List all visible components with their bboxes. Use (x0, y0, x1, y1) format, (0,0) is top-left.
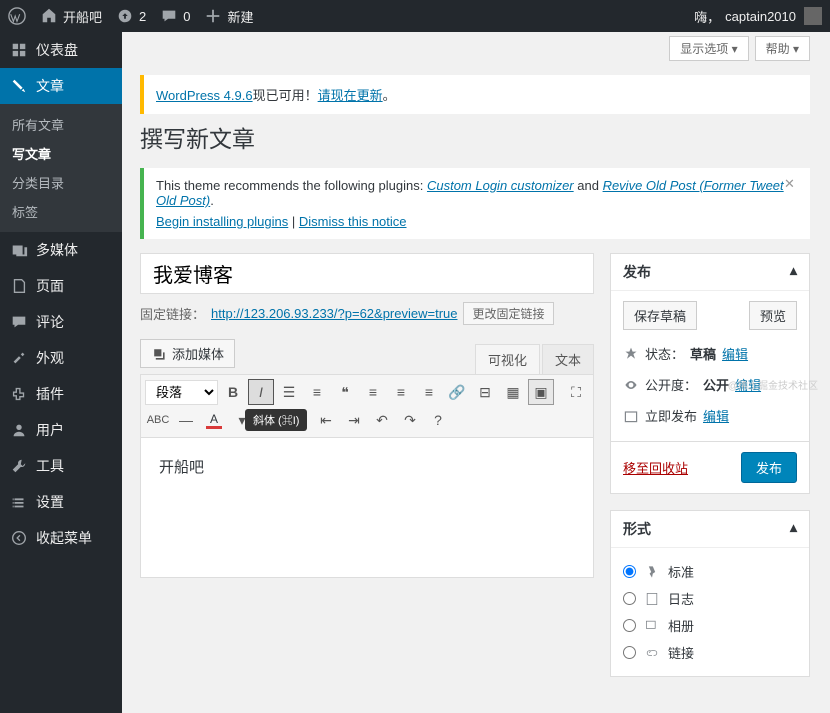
update-nag: WordPress 4.9.6现已可用！请现在更新。 (140, 75, 810, 114)
text-color-btn[interactable]: A (201, 407, 227, 433)
kitchen-sink-btn[interactable]: ▣ (528, 379, 554, 405)
plugin-link-1[interactable]: Custom Login customizer (427, 178, 574, 193)
align-right-btn[interactable]: ≡ (416, 379, 442, 405)
pin-icon (644, 564, 660, 580)
toggle-icon: ▴ (790, 262, 797, 282)
publish-btn[interactable]: 发布 (741, 452, 797, 483)
plugin-notice: This theme recommends the following plug… (140, 168, 810, 239)
hr-btn[interactable]: — (173, 407, 199, 433)
menu-tools[interactable]: 工具 (0, 448, 122, 484)
admin-bar: 开船吧 2 0 新建 嗨，captain2010 (0, 0, 830, 32)
updates-link[interactable]: 2 (116, 7, 146, 25)
indent-btn[interactable]: ⇥ (341, 407, 367, 433)
wp-version-link[interactable]: WordPress 4.9.6 (156, 88, 253, 103)
post-title-input[interactable] (140, 253, 594, 294)
menu-appearance[interactable]: 外观 (0, 340, 122, 376)
wp-logo[interactable] (8, 7, 26, 25)
permalink-row: 固定链接： http://123.206.93.233/?p=62&previe… (140, 294, 594, 333)
menu-comments[interactable]: 评论 (0, 304, 122, 340)
tab-text[interactable]: 文本 (542, 344, 594, 374)
update-now-link[interactable]: 请现在更新 (318, 88, 383, 103)
format-select[interactable]: 段落 (145, 380, 218, 405)
link-icon (644, 645, 660, 661)
align-left-btn[interactable]: ≡ (360, 379, 386, 405)
italic-btn[interactable]: I (248, 379, 274, 405)
undo-btn[interactable]: ↶ (369, 407, 395, 433)
outdent-btn[interactable]: ⇤ (313, 407, 339, 433)
trash-link[interactable]: 移至回收站 (623, 458, 688, 477)
help-icon[interactable]: ? (425, 407, 451, 433)
help-btn[interactable]: 帮助 ▾ (755, 36, 810, 61)
toggle-icon: ▴ (790, 519, 797, 539)
dismiss-icon[interactable]: ✕ (784, 176, 802, 194)
menu-collapse[interactable]: 收起菜单 (0, 520, 122, 556)
more-btn[interactable]: ⊟ (472, 379, 498, 405)
admin-sidebar: 仪表盘 文章 所有文章 写文章 分类目录 标签 多媒体 页面 评论 外观 插件 … (0, 32, 122, 713)
publish-heading[interactable]: 发布▴ (611, 254, 809, 291)
link-btn[interactable]: 🔗 (444, 379, 470, 405)
ul-btn[interactable]: ☰ (276, 379, 302, 405)
pin-icon (623, 346, 639, 362)
main-content: 显示选项 ▾ 帮助 ▾ WordPress 4.9.6现已可用！请现在更新。 撰… (122, 32, 830, 713)
site-link[interactable]: 开船吧 (40, 7, 102, 26)
ol-btn[interactable]: ≡ (304, 379, 330, 405)
edit-schedule-link[interactable]: 编辑 (703, 406, 729, 425)
add-media-btn[interactable]: 添加媒体 (140, 339, 235, 368)
fullscreen-btn[interactable]: ⛶ (563, 379, 589, 405)
permalink-url[interactable]: http://123.206.93.233/?p=62&preview=true (211, 306, 457, 321)
editor-body[interactable]: 开船吧 (140, 438, 594, 578)
format-heading[interactable]: 形式▴ (611, 511, 809, 548)
publish-box: 发布▴ 保存草稿 预览 状态：草稿编辑 公开度：公开编辑 立即发布编辑 移至回收… (610, 253, 810, 494)
menu-posts[interactable]: 文章 (0, 68, 122, 104)
begin-install-link[interactable]: Begin installing plugins (156, 214, 288, 229)
menu-plugins[interactable]: 插件 (0, 376, 122, 412)
sub-tags[interactable]: 标签 (0, 197, 122, 226)
strike-btn[interactable]: ABC (145, 407, 171, 433)
tab-visual[interactable]: 可视化 (475, 344, 540, 374)
comments-link[interactable]: 0 (160, 7, 190, 25)
tooltip: 斜体 (⌘I) (245, 409, 307, 431)
format-box: 形式▴ 标准 日志 相册 链接 (610, 510, 810, 677)
avatar[interactable] (804, 7, 822, 25)
sub-categories[interactable]: 分类目录 (0, 168, 122, 197)
format-standard[interactable] (623, 565, 636, 578)
menu-media[interactable]: 多媒体 (0, 232, 122, 268)
submenu-posts: 所有文章 写文章 分类目录 标签 (0, 104, 122, 232)
sub-all-posts[interactable]: 所有文章 (0, 110, 122, 139)
edit-status-link[interactable]: 编辑 (722, 344, 748, 363)
save-draft-btn[interactable]: 保存草稿 (623, 301, 697, 330)
document-icon (644, 591, 660, 607)
editor-toolbar: 段落 B I ☰ ≡ ❝ ≡ ≡ ≡ 🔗 ⊟ ▦ ▣ ⛶ (140, 374, 594, 438)
format-link[interactable] (623, 646, 636, 659)
menu-dashboard[interactable]: 仪表盘 (0, 32, 122, 68)
toolbar-toggle-btn[interactable]: ▦ (500, 379, 526, 405)
watermark: @稀土掘金技术社区 (728, 377, 818, 392)
format-aside[interactable] (623, 592, 636, 605)
menu-users[interactable]: 用户 (0, 412, 122, 448)
preview-btn[interactable]: 预览 (749, 301, 797, 330)
bold-btn[interactable]: B (220, 379, 246, 405)
menu-pages[interactable]: 页面 (0, 268, 122, 304)
visibility-icon (623, 377, 639, 393)
gallery-icon (644, 618, 660, 634)
sub-new-post[interactable]: 写文章 (0, 139, 122, 168)
format-gallery[interactable] (623, 619, 636, 632)
quote-btn[interactable]: ❝ (332, 379, 358, 405)
screen-options-btn[interactable]: 显示选项 ▾ (669, 36, 748, 61)
align-center-btn[interactable]: ≡ (388, 379, 414, 405)
redo-btn[interactable]: ↷ (397, 407, 423, 433)
calendar-icon (623, 408, 639, 424)
page-title: 撰写新文章 (140, 120, 810, 154)
menu-settings[interactable]: 设置 (0, 484, 122, 520)
edit-permalink-btn[interactable]: 更改固定链接 (463, 302, 553, 325)
dismiss-notice-link[interactable]: Dismiss this notice (299, 214, 407, 229)
user-greeting[interactable]: 嗨，captain2010 (694, 7, 796, 26)
new-content[interactable]: 新建 (204, 7, 253, 26)
